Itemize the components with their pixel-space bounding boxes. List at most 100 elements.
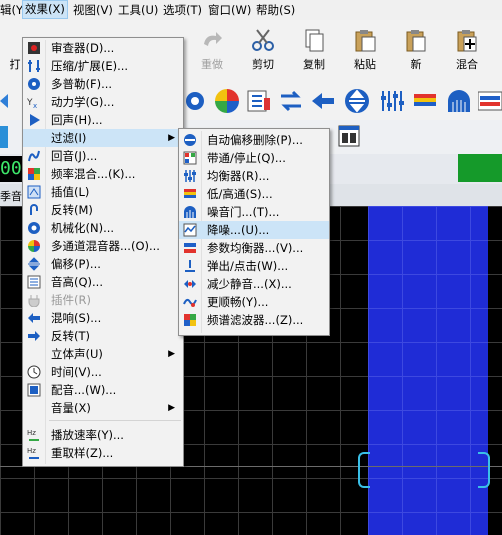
filter-submenu: 自动偏移删除(P)... 带通/停止(Q)... 均衡器(R)... 低/高通(… [178, 128, 330, 336]
color-wheel-icon[interactable] [214, 88, 240, 114]
reverb2-icon [27, 311, 41, 325]
new-button[interactable]: 新 [394, 28, 438, 72]
menu-item-time[interactable]: 时间(V)... [23, 363, 183, 381]
menu-item-reverb[interactable]: 回音(J)... [23, 147, 183, 165]
menu-item-invert[interactable]: 反转(M) [23, 201, 183, 219]
compress-icon [27, 59, 41, 73]
scissors-icon [251, 28, 275, 52]
menu-item-volume[interactable]: 音量(X) ▶ [23, 399, 183, 417]
pitch-icon [27, 275, 41, 289]
equalizer-icon [183, 169, 197, 183]
window-icon[interactable] [338, 124, 360, 148]
waveform-selection[interactable] [368, 206, 488, 535]
menu-item-reverse[interactable]: 反转(T) [23, 327, 183, 345]
mixer-sliders-icon[interactable] [378, 88, 404, 114]
mechanize-icon [27, 221, 41, 235]
notes-icon[interactable] [246, 88, 272, 114]
level-meter [458, 154, 502, 182]
time-display: 00 [0, 156, 22, 182]
left-arrow-icon[interactable] [310, 88, 336, 114]
menu-item-echo[interactable]: 回声(H)... [23, 111, 183, 129]
time-icon [27, 365, 41, 379]
new-icon [404, 28, 428, 52]
dynamics-icon: Yx [26, 95, 41, 110]
svg-text:Hz: Hz [27, 447, 36, 455]
bandpass-icon [183, 151, 197, 165]
submenu-item-noise-gate[interactable]: 噪音门...(T)... [179, 203, 329, 221]
menu-bar: 辑(Y) 效果(X) 视图(V) 工具(U) 选项(T) 窗口(W) 帮助(S) [0, 0, 502, 20]
redo-icon [200, 28, 224, 52]
voiceover-icon [27, 383, 41, 397]
selection-left-handle[interactable] [358, 452, 370, 488]
menu-item-compress[interactable]: 压缩/扩展(E)... [23, 57, 183, 75]
menu-item-voiceover[interactable]: 配音...(W)... [23, 381, 183, 399]
submenu-item-equalizer[interactable]: 均衡器(R)... [179, 167, 329, 185]
submenu-item-param-eq[interactable]: 参数均衡器...(V)... [179, 239, 329, 257]
vertical-arrows-icon[interactable] [344, 88, 370, 114]
paste-button[interactable]: 粘贴 [343, 28, 387, 72]
playback-rate-icon: Hz [27, 428, 41, 442]
submenu-item-auto-offset[interactable]: 自动偏移删除(P)... [179, 131, 329, 149]
reduce-silence-icon [183, 277, 197, 291]
menu-item-pitch[interactable]: 音高(Q)... [23, 273, 183, 291]
cut-button[interactable]: 剪切 [241, 28, 285, 72]
menu-effects[interactable]: 效果(X) [22, 0, 68, 19]
arrow-partial-icon[interactable] [0, 88, 8, 114]
submenu-item-smoother[interactable]: 更顺畅(Y)... [179, 293, 329, 311]
menu-item-offset[interactable]: 偏移(P)... [23, 255, 183, 273]
menu-item-mechanize[interactable]: 机械化(N)... [23, 219, 183, 237]
auto-offset-icon [183, 133, 197, 147]
menu-tools[interactable]: 工具(U) [118, 2, 158, 18]
menu-item-multichannel[interactable]: 多通道混音器...(O)... [23, 237, 183, 255]
svg-text:x: x [33, 102, 37, 109]
mix-icon [455, 28, 479, 52]
mix-button[interactable]: 混合 [445, 28, 489, 72]
menu-item-reviewer[interactable]: 审查器(D)... [23, 39, 183, 57]
submenu-item-pop-click[interactable]: 弹出/点击(W)... [179, 257, 329, 275]
submenu-item-reduce-silence[interactable]: 减少静音...(X)... [179, 275, 329, 293]
denoise-icon [183, 223, 197, 237]
submenu-item-denoise[interactable]: 降噪...(U)... [179, 221, 329, 239]
submenu-arrow-icon: ▶ [168, 133, 175, 143]
redo-button[interactable]: 重做 [190, 28, 234, 72]
track-label: 季音 [0, 190, 22, 203]
menu-item-resample[interactable]: Hz 重取样(Z)... [23, 444, 183, 462]
gear-effect-icon[interactable] [182, 88, 208, 114]
noise-gate-icon [183, 205, 197, 219]
menu-options[interactable]: 选项(T) [163, 2, 202, 18]
swap-arrows-icon[interactable] [278, 88, 304, 114]
menu-help[interactable]: 帮助(S) [256, 2, 295, 18]
menu-item-plugin[interactable]: 插件(R) [23, 291, 183, 309]
selection-right-handle[interactable] [478, 452, 490, 488]
effects-menu: 审查器(D)... 压缩/扩展(E)... 多普勒(F)... Yx 动力学(G… [22, 37, 184, 467]
menu-item-stereo[interactable]: 立体声(U) ▶ [23, 345, 183, 363]
menu-item-interpolate[interactable]: 插值(L) [23, 183, 183, 201]
arch-icon[interactable] [446, 88, 472, 114]
submenu-item-bandpass[interactable]: 带通/停止(Q)... [179, 149, 329, 167]
smoother-icon [183, 295, 197, 309]
submenu-item-lowhigh[interactable]: 低/高通(S)... [179, 185, 329, 203]
submenu-item-spectral-filter[interactable]: 频谱滤波器...(Z)... [179, 311, 329, 329]
reverse-icon [27, 329, 41, 343]
spectrum-icon[interactable] [477, 88, 502, 114]
menu-item-dynamics[interactable]: Yx 动力学(G)... [23, 93, 183, 111]
copy-button[interactable]: 复制 [292, 28, 336, 72]
multichannel-icon [27, 239, 41, 253]
offset-icon [27, 257, 41, 271]
resample-icon: Hz [27, 446, 41, 460]
svg-text:Hz: Hz [27, 429, 36, 437]
plugin-icon [27, 293, 41, 308]
menu-item-filter[interactable]: 过滤(I) ▶ [23, 129, 183, 147]
interpolate-icon [27, 185, 41, 199]
menu-item-playback-rate[interactable]: Hz 播放速率(Y)... [23, 426, 183, 444]
menu-item-freq-mix[interactable]: 频率混合...(K)... [23, 165, 183, 183]
spectral-filter-icon [183, 313, 197, 327]
menu-view[interactable]: 视图(V) [73, 2, 113, 18]
rainbow-bar-icon[interactable] [412, 88, 438, 114]
menu-item-reverb2[interactable]: 混响(S)... [23, 309, 183, 327]
menu-window[interactable]: 窗口(W) [208, 2, 251, 18]
paste-icon [353, 28, 377, 52]
menu-item-doppler[interactable]: 多普勒(F)... [23, 75, 183, 93]
partial-control[interactable] [0, 126, 8, 148]
param-eq-icon [183, 241, 197, 255]
